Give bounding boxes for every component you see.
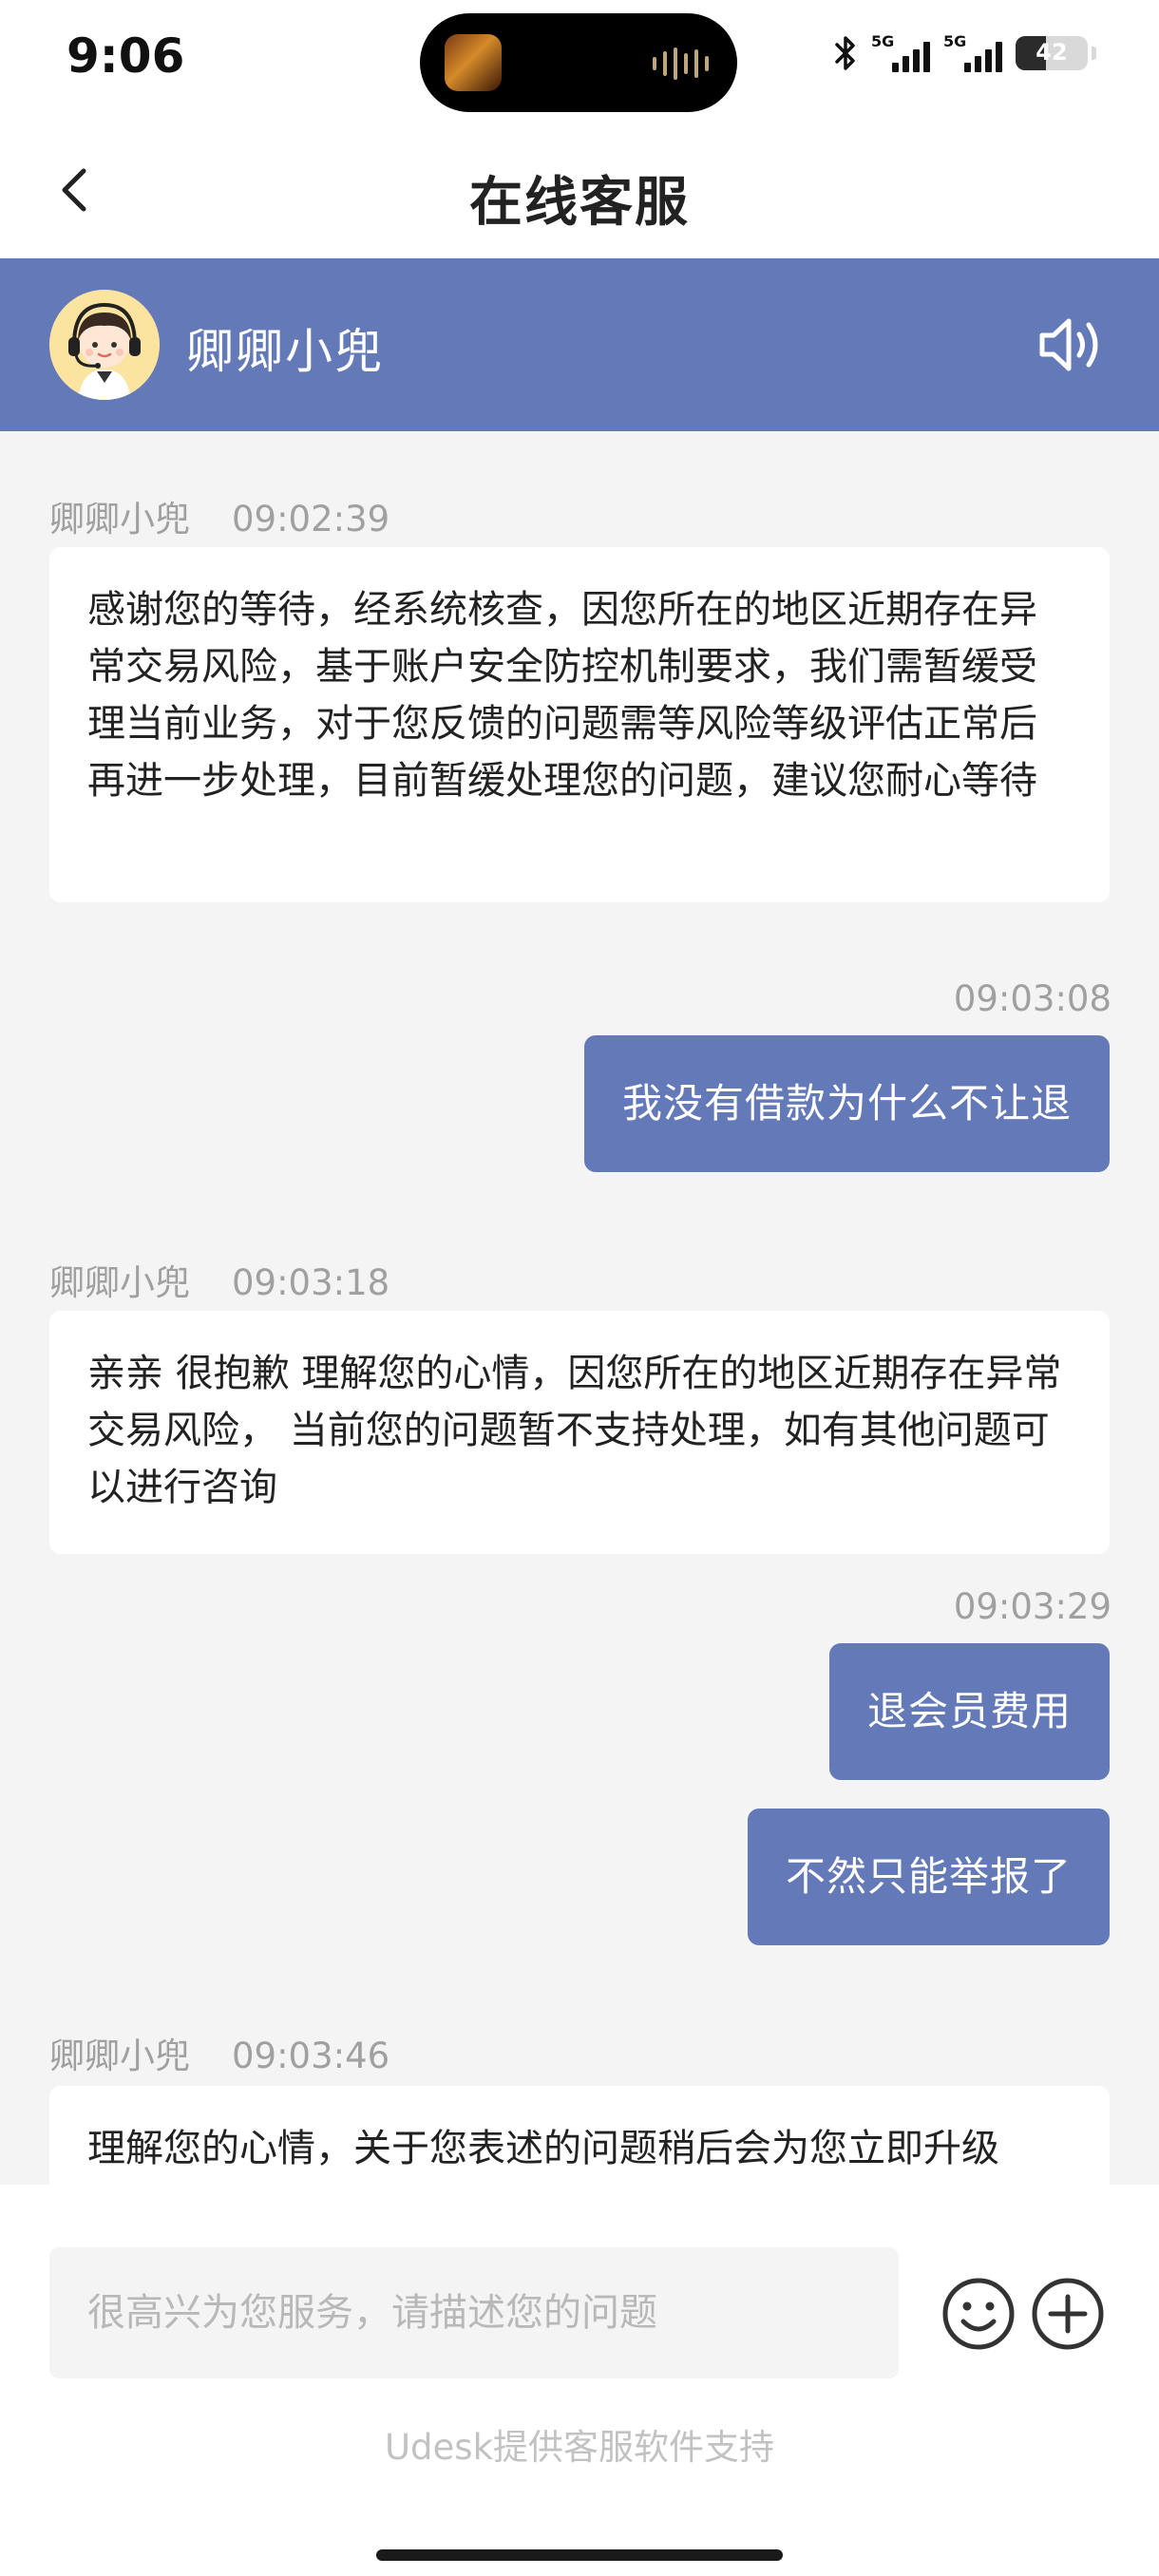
- dynamic-island[interactable]: [420, 13, 737, 112]
- message-meta: 卿卿小兜 09:03:18: [49, 1254, 390, 1305]
- message-sender: 卿卿小兜: [49, 1262, 190, 1303]
- agent-header: 卿卿小兜: [0, 258, 1159, 431]
- emoji-button[interactable]: [940, 2276, 1016, 2352]
- chat-area[interactable]: 卿卿小兜 09:02:39 感谢您的等待，经系统核查，因您所在的地区近期存在异常交…: [0, 431, 1159, 2185]
- message-time: 09:03:46: [232, 2036, 390, 2076]
- plus-button[interactable]: [1030, 2276, 1106, 2352]
- input-bar: Udesk提供客服软件支持: [0, 2185, 1159, 2576]
- live-activity-app-icon: [445, 34, 502, 91]
- message-time: 09:03:08: [953, 978, 1112, 1019]
- speaker-icon: [1039, 318, 1098, 371]
- status-time: 9:06: [66, 28, 185, 84]
- status-icons: 5G 5G 42: [833, 32, 1096, 74]
- battery-tip: [1092, 47, 1096, 60]
- speaker-button[interactable]: [1037, 313, 1110, 376]
- incoming-message-bubble: 理解您的心情，关于您表述的问题稍后会为您立即升级: [49, 2086, 1110, 2185]
- incoming-message-bubble: 亲亲 很抱歉 理解您的心情，因您所在的地区近期存在异常交易风险， 当前您的问题暂…: [49, 1311, 1110, 1554]
- outgoing-message-bubble: 退会员费用: [828, 1643, 1110, 1780]
- nav-bar: 在线客服: [0, 122, 1159, 258]
- agent-name: 卿卿小兜: [186, 324, 384, 379]
- audio-wave-icon: [653, 47, 709, 80]
- message-meta: 卿卿小兜 09:02:39: [49, 490, 390, 541]
- plus-icon: [1032, 2278, 1104, 2350]
- signal-5g-icon: 5G: [871, 32, 930, 74]
- home-indicator[interactable]: [376, 2549, 783, 2561]
- battery-icon: 42: [1016, 36, 1088, 70]
- signal-5g-icon: 5G: [943, 32, 1002, 74]
- incoming-message-bubble: 感谢您的等待，经系统核查，因您所在的地区近期存在异常交易风险，基于账户安全防控机…: [49, 547, 1110, 902]
- bluetooth-icon: [833, 34, 858, 72]
- emoji-icon: [942, 2278, 1015, 2350]
- page-title: 在线客服: [469, 172, 690, 234]
- outgoing-message-bubble: 我没有借款为什么不让退: [583, 1035, 1110, 1172]
- message-meta: 卿卿小兜 09:03:46: [49, 2027, 390, 2078]
- message-input[interactable]: [49, 2247, 899, 2378]
- message-time: 09:03:29: [953, 1586, 1112, 1627]
- powered-by-text: Udesk提供客服软件支持: [384, 2427, 775, 2468]
- message-time: 09:03:18: [232, 1262, 390, 1303]
- message-time: 09:02:39: [232, 499, 390, 540]
- message-sender: 卿卿小兜: [49, 2036, 190, 2076]
- message-sender: 卿卿小兜: [49, 499, 190, 540]
- battery-level: 42: [1036, 39, 1068, 66]
- agent-avatar-icon[interactable]: [49, 290, 160, 400]
- outgoing-message-bubble: 不然只能举报了: [747, 1809, 1110, 1945]
- status-bar: 9:06 5G 5G 42: [0, 0, 1159, 122]
